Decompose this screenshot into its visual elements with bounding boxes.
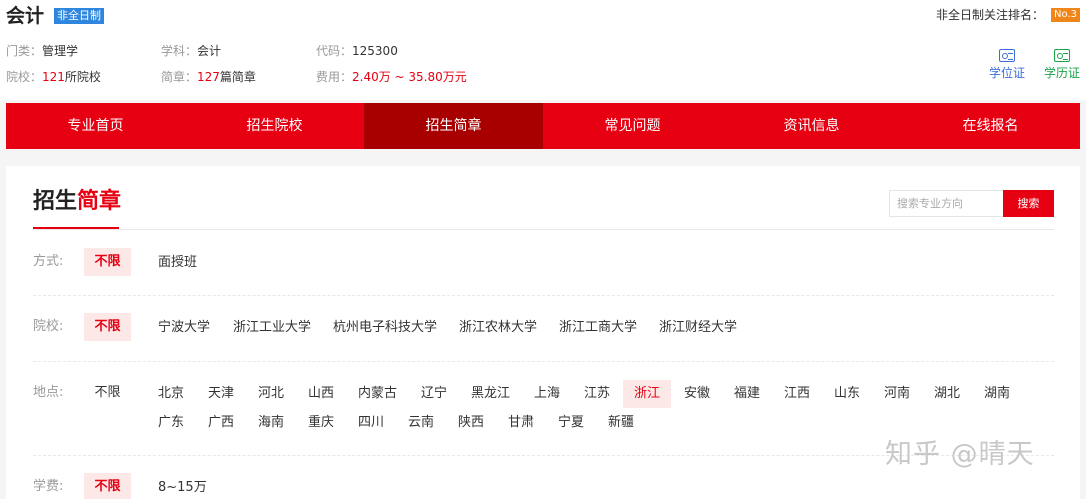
nav-item-apply-online[interactable]: 在线报名 [901,103,1080,149]
filter-school-any[interactable]: 不限 [84,313,131,341]
filter-location-option[interactable]: 山西 [308,386,334,402]
subject-label: 学科： [161,44,198,58]
brochures-label: 简章： [161,70,198,84]
filter-location-option[interactable]: 黑龙江 [471,386,510,402]
schools-suffix[interactable]: 所院校 [65,70,101,84]
major-header: 会计 非全日制 非全日制关注排名： No.3 门类：管理学 学科：会计 代码：1… [0,0,1086,100]
filter-location-option[interactable]: 天津 [208,386,234,402]
filter-location-option[interactable]: 江苏 [584,386,610,402]
filter-location-option[interactable]: 云南 [408,415,434,431]
filter-school-option[interactable]: 杭州电子科技大学 [333,320,437,336]
brochures-count[interactable]: 127 [197,70,220,84]
brochures-info: 简章：127篇简章 [161,69,256,85]
filter-location-option[interactable]: 福建 [734,386,760,402]
diploma-certificate[interactable]: 学历证 [1040,49,1084,80]
panel-divider [33,229,1054,230]
filter-location-option[interactable]: 江西 [784,386,810,402]
rank-badge: No.3 [1051,8,1080,22]
subject-info: 学科：会计 [161,43,221,59]
filter-location-option[interactable]: 陕西 [458,415,484,431]
zhihu-watermark: 知乎 @晴天 [885,439,1035,470]
filter-label-location: 地点: [33,385,64,400]
filter-school-option[interactable]: 浙江农林大学 [459,320,537,336]
study-type-badge: 非全日制 [54,8,104,24]
code-value: 125300 [352,44,398,58]
category-value: 管理学 [42,44,79,58]
filter-location-option[interactable]: 湖北 [934,386,960,402]
filter-school-option[interactable]: 浙江财经大学 [659,320,737,336]
filter-location-any[interactable]: 不限 [84,379,131,407]
diploma-certificate-icon [1054,49,1070,62]
brochures-suffix[interactable]: 篇简章 [220,70,256,84]
filter-fee-option[interactable]: 8~15万 [158,480,207,496]
filter-label-school: 院校: [33,319,64,334]
filter-location-option[interactable]: 北京 [158,386,184,402]
filter-location-option[interactable]: 广东 [158,415,184,431]
code-info: 代码：125300 [316,43,398,59]
category-info: 门类：管理学 [6,43,78,59]
filter-fee-any[interactable]: 不限 [84,473,131,499]
major-nav: 专业首页 招生院校 招生简章 常见问题 资讯信息 在线报名 [6,103,1080,149]
nav-item-major-home[interactable]: 专业首页 [6,103,185,149]
filter-location-option[interactable]: 河南 [884,386,910,402]
filter-location-option[interactable]: 河北 [258,386,284,402]
nav-item-news[interactable]: 资讯信息 [722,103,901,149]
filter-location-option[interactable]: 海南 [258,415,284,431]
subject-value: 会计 [197,44,222,58]
filter-label-mode: 方式: [33,254,64,269]
nav-item-schools[interactable]: 招生院校 [185,103,364,149]
filter-location-option[interactable]: 四川 [358,415,384,431]
panel-title: 招生简章 [33,188,121,216]
panel-title-part2: 简章 [77,189,122,214]
filter-location-option[interactable]: 宁夏 [558,415,584,431]
code-label: 代码： [316,44,353,58]
panel-title-underline [33,227,119,229]
filter-location-option[interactable]: 上海 [534,386,560,402]
filter-location-option[interactable]: 广西 [208,415,234,431]
search-direction-input[interactable] [889,190,1003,217]
panel-title-part1: 招生 [33,189,78,214]
category-label: 门类： [6,44,43,58]
major-title: 会计 [6,5,45,27]
filter-school-option[interactable]: 浙江工业大学 [233,320,311,336]
filter-location-option[interactable]: 湖南 [984,386,1010,402]
filter-location-option[interactable]: 重庆 [308,415,334,431]
schools-count[interactable]: 121 [42,70,65,84]
filter-school-option[interactable]: 浙江工商大学 [559,320,637,336]
schools-info: 院校：121所院校 [6,69,101,85]
nav-item-faq[interactable]: 常见问题 [543,103,722,149]
fee-info: 费用：2.40万 ~ 35.80万元 [316,69,467,85]
rank-label: 非全日制关注排名： [935,8,1044,22]
filter-separator [33,361,1054,362]
filter-mode-option[interactable]: 面授班 [158,255,197,271]
filter-location-option[interactable]: 新疆 [608,415,634,431]
filter-separator [33,295,1054,296]
filter-location-option[interactable]: 山东 [834,386,860,402]
filter-location-option-selected[interactable]: 浙江 [623,380,672,408]
diploma-certificate-label: 学历证 [1043,66,1080,80]
filter-location-option[interactable]: 甘肃 [508,415,534,431]
degree-certificate-icon [999,49,1015,62]
search-button[interactable]: 搜索 [1003,190,1054,217]
nav-item-brochures[interactable]: 招生简章 [364,103,543,149]
filter-location-option[interactable]: 辽宁 [421,386,447,402]
schools-label: 院校： [6,70,43,84]
filter-location-option[interactable]: 安徽 [684,386,710,402]
filter-label-fee: 学费: [33,479,64,494]
fee-value: 2.40万 ~ 35.80万元 [352,70,467,84]
degree-certificate-label: 学位证 [988,66,1025,80]
filter-mode-any[interactable]: 不限 [84,248,131,276]
filter-location-option[interactable]: 内蒙古 [358,386,397,402]
fee-label: 费用： [316,70,353,84]
degree-certificate[interactable]: 学位证 [985,49,1029,80]
filter-school-option[interactable]: 宁波大学 [158,320,210,336]
